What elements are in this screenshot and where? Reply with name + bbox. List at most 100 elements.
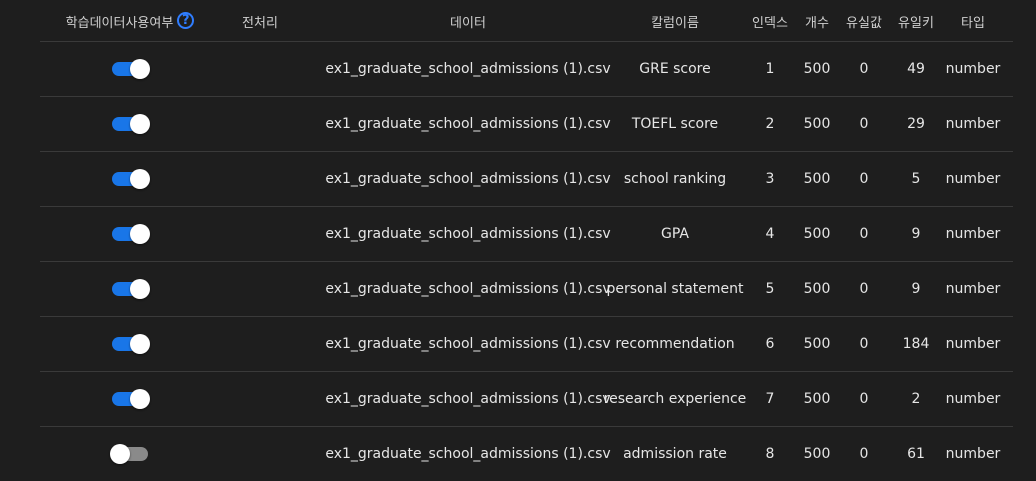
toggle-knob[interactable] [130, 279, 150, 299]
use-training-data-toggle[interactable] [112, 334, 150, 354]
header-use-training-data: 학습데이터사용여부 ? [52, 0, 208, 41]
table-header: 학습데이터사용여부 ? 전처리 데이터 칼럼이름 인덱스 개수 유실값 유일키 … [40, 0, 1013, 42]
type-cell: number [945, 171, 1001, 187]
table-row: ex1_graduate_school_admissions (1).csv r… [40, 317, 1013, 372]
index-cell: 7 [765, 391, 775, 407]
header-unique: 유일키 [898, 16, 934, 31]
column-settings-table: 학습데이터사용여부 ? 전처리 데이터 칼럼이름 인덱스 개수 유실값 유일키 … [0, 0, 1036, 477]
unique-cell: 9 [911, 226, 921, 242]
index-cell: 2 [765, 116, 775, 132]
use-training-data-cell [52, 372, 208, 426]
preprocessing-cell[interactable] [225, 42, 295, 96]
index-cell: 1 [765, 61, 775, 77]
data-file-cell: ex1_graduate_school_admissions (1).csv [325, 336, 611, 352]
count-cell: 500 [803, 226, 831, 242]
count-cell: 500 [803, 281, 831, 297]
toggle-knob[interactable] [130, 224, 150, 244]
use-training-data-toggle[interactable] [112, 224, 150, 244]
toggle-knob[interactable] [130, 334, 150, 354]
header-data: 데이터 [450, 16, 486, 31]
toggle-knob[interactable] [110, 444, 130, 464]
count-cell: 500 [803, 116, 831, 132]
toggle-knob[interactable] [130, 169, 150, 189]
type-cell: number [945, 281, 1001, 297]
use-training-data-cell [52, 317, 208, 371]
data-file-cell: ex1_graduate_school_admissions (1).csv [325, 61, 611, 77]
column-name-cell: TOEFL score [631, 116, 719, 132]
header-count: 개수 [805, 16, 829, 31]
toggle-knob[interactable] [130, 114, 150, 134]
table-row: ex1_graduate_school_admissions (1).csv a… [40, 427, 1013, 481]
use-training-data-cell [52, 427, 208, 481]
missing-cell: 0 [859, 61, 869, 77]
missing-cell: 0 [859, 446, 869, 462]
unique-cell: 9 [911, 281, 921, 297]
count-cell: 500 [803, 171, 831, 187]
preprocessing-cell[interactable] [225, 372, 295, 426]
type-cell: number [945, 61, 1001, 77]
unique-cell: 2 [911, 391, 921, 407]
type-cell: number [945, 446, 1001, 462]
column-name-cell: personal statement [606, 281, 744, 297]
table-row: ex1_graduate_school_admissions (1).csv G… [40, 207, 1013, 262]
table-row: ex1_graduate_school_admissions (1).csv p… [40, 262, 1013, 317]
type-cell: number [945, 391, 1001, 407]
column-name-cell: GRE score [639, 61, 711, 77]
missing-cell: 0 [859, 391, 869, 407]
preprocessing-cell[interactable] [225, 152, 295, 206]
header-missing: 유실값 [846, 16, 882, 31]
use-training-data-cell [52, 262, 208, 316]
data-file-cell: ex1_graduate_school_admissions (1).csv [325, 281, 611, 297]
toggle-knob[interactable] [130, 389, 150, 409]
data-file-cell: ex1_graduate_school_admissions (1).csv [325, 171, 611, 187]
unique-cell: 29 [907, 116, 925, 132]
table-row: ex1_graduate_school_admissions (1).csv r… [40, 372, 1013, 427]
table-row: ex1_graduate_school_admissions (1).csv G… [40, 42, 1013, 97]
header-column-name: 칼럼이름 [651, 16, 699, 31]
count-cell: 500 [803, 61, 831, 77]
index-cell: 5 [765, 281, 775, 297]
column-name-cell: GPA [661, 226, 689, 242]
toggle-knob[interactable] [130, 59, 150, 79]
use-training-data-toggle[interactable] [112, 389, 150, 409]
data-file-cell: ex1_graduate_school_admissions (1).csv [325, 446, 611, 462]
help-icon[interactable]: ? [177, 12, 195, 29]
unique-cell: 5 [911, 171, 921, 187]
preprocessing-cell[interactable] [225, 427, 295, 481]
type-cell: number [945, 226, 1001, 242]
missing-cell: 0 [859, 281, 869, 297]
unique-cell: 184 [902, 336, 930, 352]
preprocessing-cell[interactable] [225, 97, 295, 151]
unique-cell: 49 [907, 61, 925, 77]
unique-cell: 61 [907, 446, 925, 462]
column-name-cell: recommendation [615, 336, 735, 352]
index-cell: 8 [765, 446, 775, 462]
column-name-cell: admission rate [623, 446, 727, 462]
header-type: 타입 [961, 16, 985, 31]
use-training-data-toggle[interactable] [112, 114, 150, 134]
count-cell: 500 [803, 446, 831, 462]
use-training-data-toggle[interactable] [112, 169, 150, 189]
index-cell: 6 [765, 336, 775, 352]
header-index: 인덱스 [752, 16, 788, 31]
header-use-training-data-label: 학습데이터사용여부 [65, 16, 174, 31]
use-training-data-cell [52, 152, 208, 206]
data-file-cell: ex1_graduate_school_admissions (1).csv [325, 226, 611, 242]
use-training-data-toggle[interactable] [112, 279, 150, 299]
use-training-data-toggle[interactable] [110, 444, 148, 464]
use-training-data-cell [52, 97, 208, 151]
index-cell: 3 [765, 171, 775, 187]
preprocessing-cell[interactable] [225, 317, 295, 371]
use-training-data-cell [52, 42, 208, 96]
preprocessing-cell[interactable] [225, 262, 295, 316]
count-cell: 500 [803, 391, 831, 407]
data-file-cell: ex1_graduate_school_admissions (1).csv [325, 116, 611, 132]
column-name-cell: school ranking [623, 171, 727, 187]
use-training-data-toggle[interactable] [112, 59, 150, 79]
table-row: ex1_graduate_school_admissions (1).csv s… [40, 152, 1013, 207]
column-name-cell: research experience [603, 391, 747, 407]
missing-cell: 0 [859, 171, 869, 187]
missing-cell: 0 [859, 226, 869, 242]
preprocessing-cell[interactable] [225, 207, 295, 261]
count-cell: 500 [803, 336, 831, 352]
